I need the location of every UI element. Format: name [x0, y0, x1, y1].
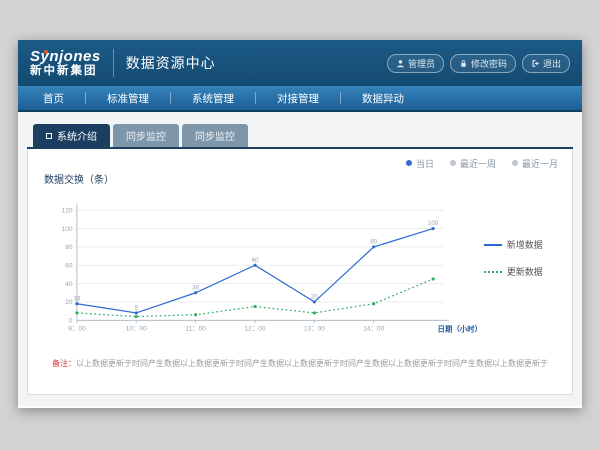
- legend-item-updated-data[interactable]: 更新数据: [484, 265, 558, 278]
- app-window: Synjones 新中新集团 数据资源中心 管理员 修改密码 退出 首页 标准管…: [18, 40, 582, 408]
- svg-text:11：00: 11：00: [185, 326, 206, 333]
- svg-text:18: 18: [74, 295, 81, 302]
- brand-logo: Synjones 新中新集团: [30, 49, 101, 78]
- legend-dot: [450, 160, 456, 166]
- line-chart: 0 20 40 60 80 100 120 9：00 10：00 11：00 12：00 13：00 1…: [42, 188, 484, 346]
- logo-accent-dot: [44, 50, 48, 54]
- nav-item-data-change[interactable]: 数据异动: [341, 86, 425, 110]
- line-sample-solid: [484, 244, 502, 246]
- svg-text:20: 20: [65, 299, 73, 306]
- svg-text:100: 100: [62, 226, 73, 233]
- chart-row: 0 20 40 60 80 100 120 9：00 10：00 11：00 12：00 13：00 1…: [42, 188, 558, 346]
- svg-text:12：00: 12：00: [244, 326, 265, 333]
- header-divider: [113, 49, 114, 77]
- svg-text:8: 8: [135, 304, 139, 311]
- admin-label: 管理员: [408, 57, 435, 70]
- main-nav: 首页 标准管理 系统管理 对接管理 数据异动: [18, 86, 582, 112]
- logo-subtitle: 新中新集团: [30, 65, 101, 77]
- nav-item-home[interactable]: 首页: [22, 86, 85, 110]
- user-icon: [396, 59, 405, 68]
- svg-text:80: 80: [370, 238, 377, 245]
- change-password-button[interactable]: 修改密码: [450, 54, 516, 73]
- range-legend: 当日 最近一周 最近一月: [42, 157, 558, 169]
- legend-dot: [406, 160, 412, 166]
- tab-bar: 系统介绍 同步监控 同步监控: [27, 124, 573, 149]
- range-option-last-week[interactable]: 最近一周: [450, 157, 496, 170]
- svg-text:日期（小时）: 日期（小时）: [438, 324, 482, 334]
- series-label: 新增数据: [507, 238, 543, 251]
- svg-text:60: 60: [65, 262, 73, 269]
- line-sample-dotted: [484, 271, 502, 273]
- svg-text:100: 100: [428, 220, 439, 227]
- y-axis-title: 数据交换（条）: [44, 171, 558, 186]
- logout-button[interactable]: 退出: [522, 54, 570, 73]
- legend-item-new-data[interactable]: 新增数据: [484, 238, 558, 251]
- svg-text:80: 80: [65, 244, 73, 251]
- range-label: 最近一周: [460, 157, 496, 170]
- svg-text:20: 20: [311, 293, 318, 300]
- admin-button[interactable]: 管理员: [387, 54, 444, 73]
- change-password-label: 修改密码: [471, 57, 507, 70]
- app-header: Synjones 新中新集团 数据资源中心 管理员 修改密码 退出: [18, 40, 582, 86]
- content-area: 系统介绍 同步监控 同步监控 当日 最近一周: [18, 112, 582, 406]
- logo-text: Synjones: [30, 49, 101, 65]
- tab-label: 同步监控: [126, 128, 166, 143]
- series-label: 更新数据: [507, 265, 543, 278]
- svg-text:9：00: 9：00: [68, 326, 86, 333]
- page-title: 数据资源中心: [126, 53, 216, 73]
- footnote-label: 备注：: [52, 359, 76, 368]
- nav-item-system-mgmt[interactable]: 系统管理: [171, 86, 255, 110]
- footnote: 备注：以上数据更新于时间产生数据以上数据更新于时间产生数据以上数据更新于时间产生…: [42, 358, 558, 369]
- tab-label: 系统介绍: [57, 128, 97, 143]
- svg-text:13：00: 13：00: [304, 326, 325, 333]
- svg-text:60: 60: [252, 257, 259, 264]
- range-option-today[interactable]: 当日: [406, 157, 434, 170]
- lock-icon: [459, 59, 468, 68]
- tab-sync-monitor-2[interactable]: 同步监控: [182, 124, 248, 147]
- footnote-text: 以上数据更新于时间产生数据以上数据更新于时间产生数据以上数据更新于时间产生数据以…: [76, 359, 548, 368]
- range-label: 当日: [416, 157, 434, 170]
- svg-text:14：00: 14：00: [363, 326, 384, 333]
- legend-dot: [512, 160, 518, 166]
- tab-system-intro[interactable]: 系统介绍: [33, 124, 110, 147]
- nav-item-connection-mgmt[interactable]: 对接管理: [256, 86, 340, 110]
- header-actions: 管理员 修改密码 退出: [387, 54, 570, 73]
- logout-label: 退出: [543, 57, 561, 70]
- series-legend: 新增数据 更新数据: [484, 238, 558, 296]
- tab-sync-monitor-1[interactable]: 同步监控: [113, 124, 179, 147]
- svg-text:30: 30: [192, 284, 199, 291]
- range-option-last-month[interactable]: 最近一月: [512, 157, 558, 170]
- chart-panel: 当日 最近一周 最近一月 数据交换（条） 0 20 40 60 80 100 120 9：00…: [27, 149, 573, 395]
- svg-text:10：00: 10：00: [126, 326, 147, 333]
- svg-text:0: 0: [69, 317, 73, 324]
- nav-item-standard-mgmt[interactable]: 标准管理: [86, 86, 170, 110]
- svg-text:120: 120: [62, 207, 73, 214]
- tab-icon: [46, 133, 52, 139]
- range-label: 最近一月: [522, 157, 558, 170]
- svg-text:40: 40: [65, 281, 73, 288]
- logout-icon: [531, 59, 540, 68]
- tab-label: 同步监控: [195, 128, 235, 143]
